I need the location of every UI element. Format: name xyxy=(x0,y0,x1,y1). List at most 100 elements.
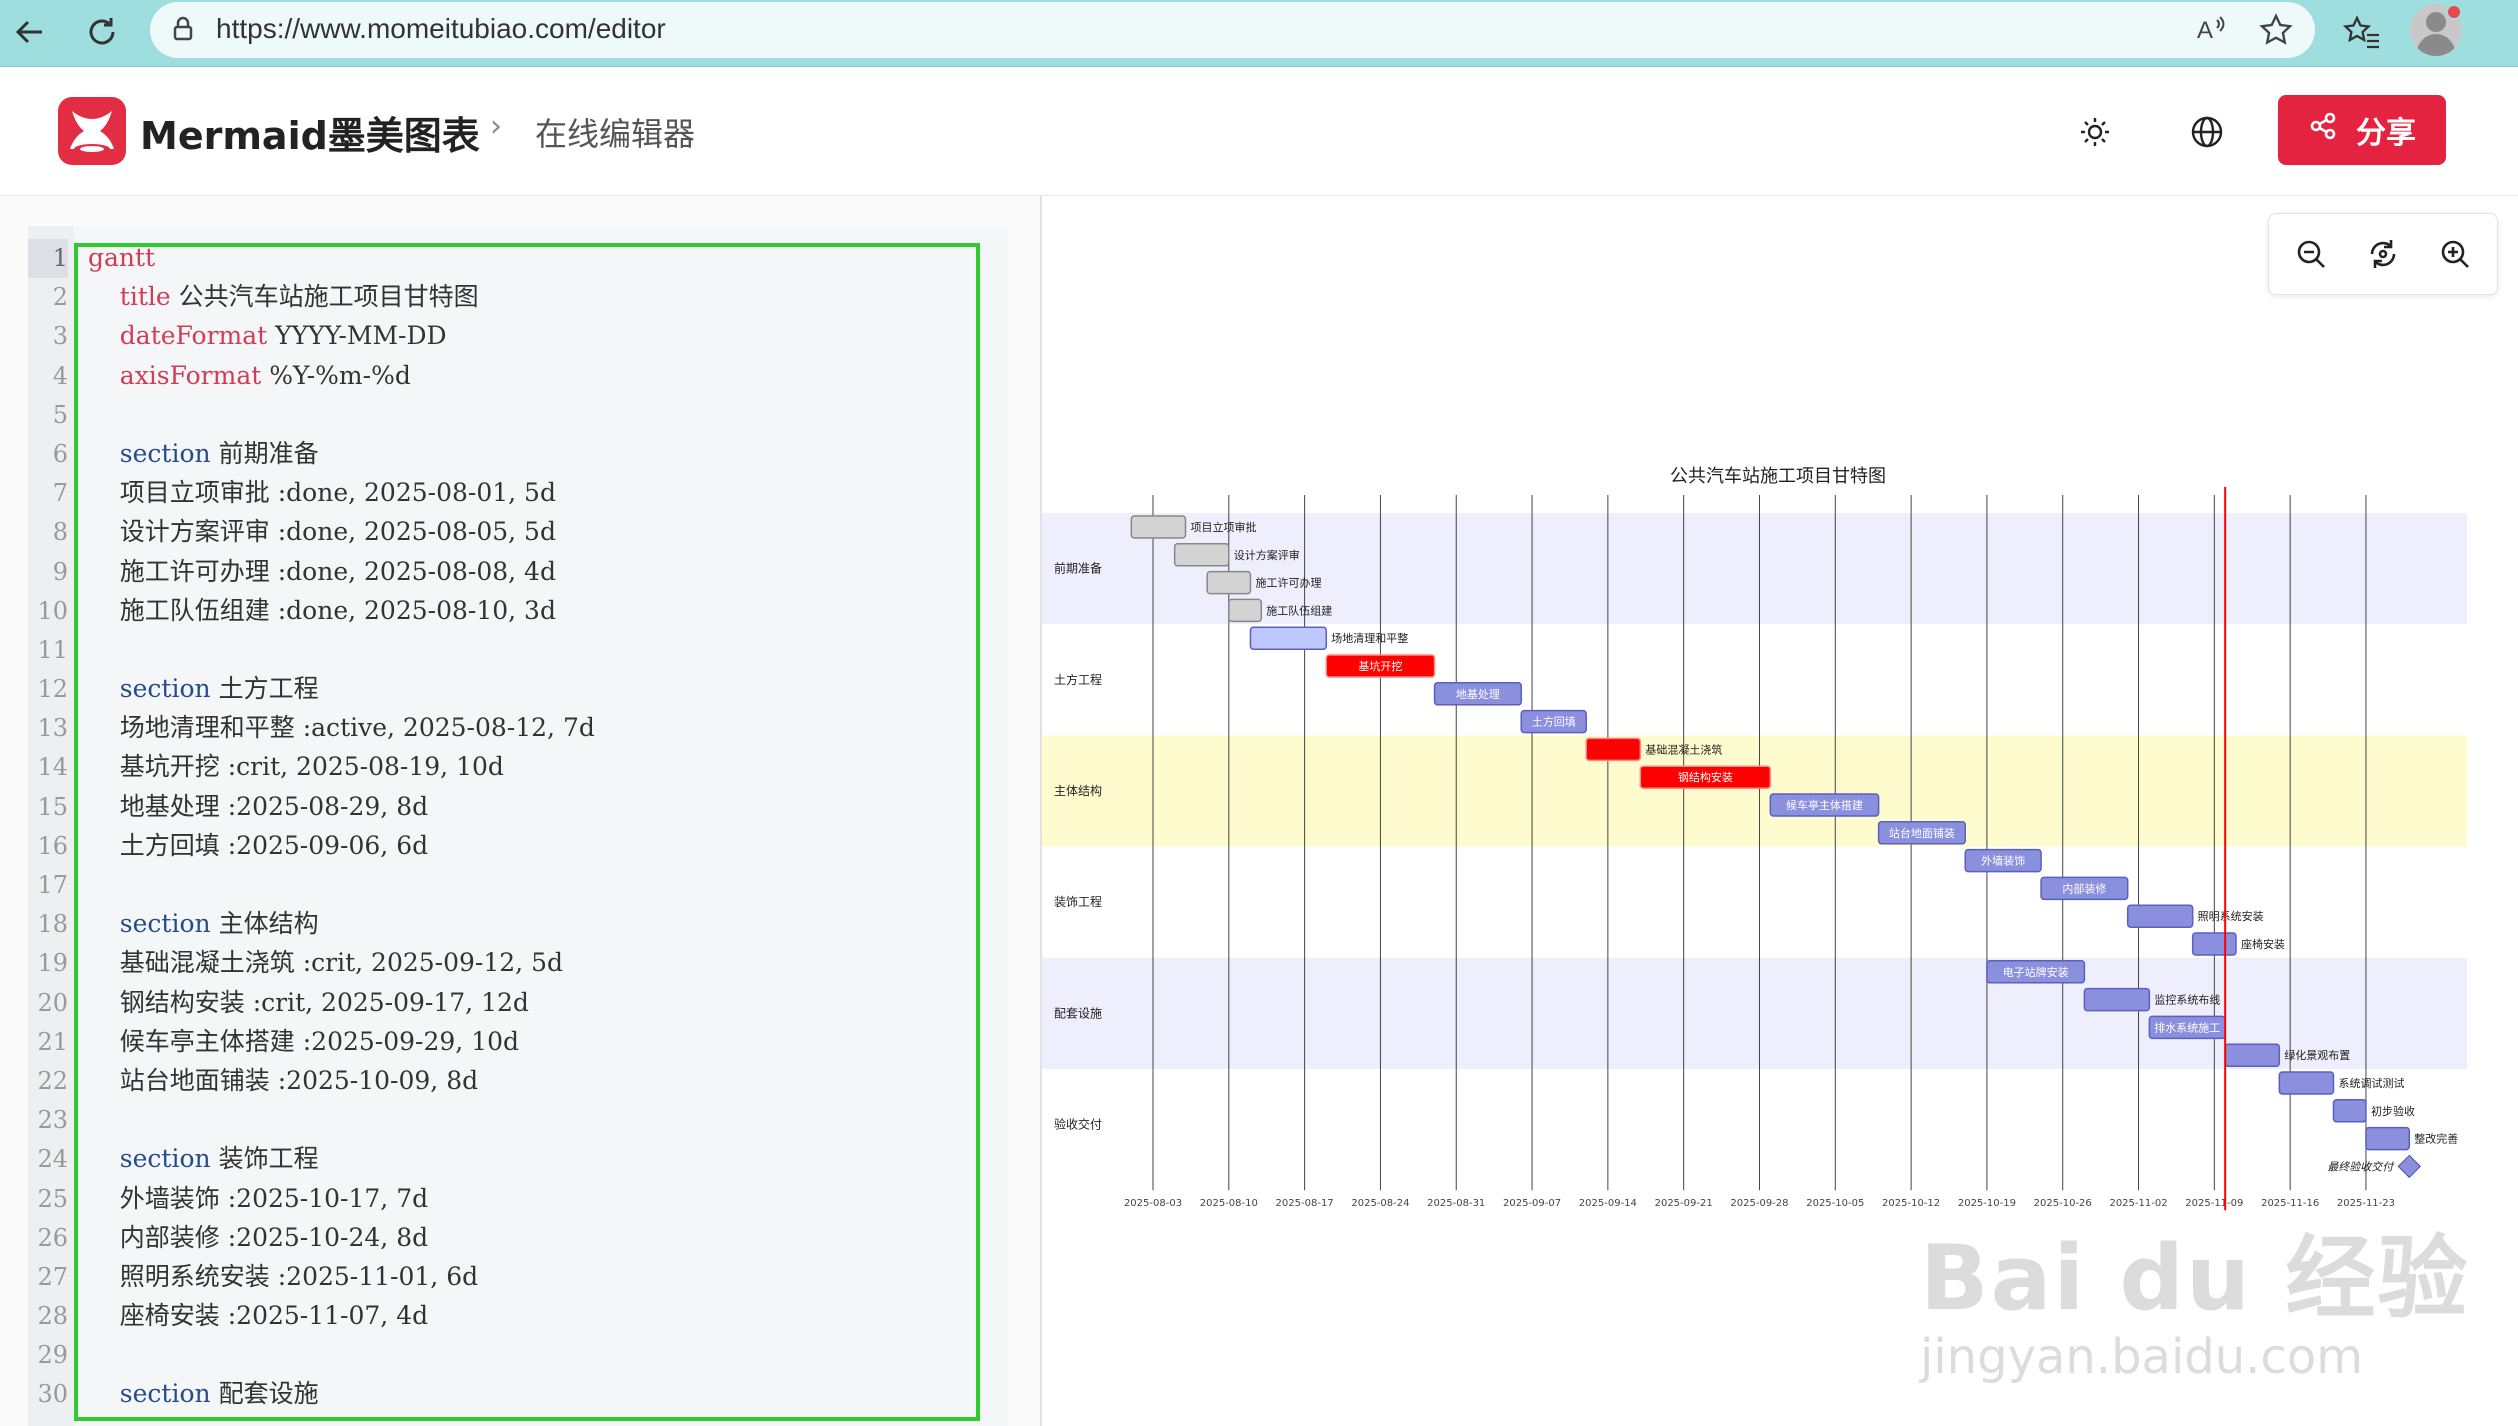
line-number: 4 xyxy=(52,361,68,390)
task-bar xyxy=(2278,1071,2335,1095)
section-label: 配套设施 xyxy=(1054,1006,1102,1020)
line-number: 23 xyxy=(37,1106,68,1135)
task-bar xyxy=(2332,1099,2367,1123)
line-number: 10 xyxy=(37,596,68,625)
line-number: 11 xyxy=(37,635,68,664)
x-tick-label: 2025-08-24 xyxy=(1351,1198,1409,1209)
task-bar xyxy=(2126,904,2194,928)
section-band xyxy=(1042,1069,2467,1181)
highlight-box xyxy=(74,243,980,1421)
x-tick-label: 2025-10-05 xyxy=(1806,1198,1864,1209)
task-bar xyxy=(2224,1043,2281,1067)
line-number: 20 xyxy=(37,988,68,1017)
section-label: 验收交付 xyxy=(1054,1117,1102,1132)
read-aloud-icon[interactable]: A xyxy=(2195,12,2229,50)
task-label: 整改完善 xyxy=(2414,1132,2458,1146)
line-number: 14 xyxy=(37,753,68,782)
app-header: Mermaid墨美图表 › 在线编辑器 分享 xyxy=(0,67,2518,196)
x-tick-label: 2025-09-14 xyxy=(1579,1198,1637,1209)
lock-icon xyxy=(168,14,198,48)
watermark: Bai du 经验 jingyan.baidu.com xyxy=(1920,1205,2469,1385)
url-text[interactable]: https://www.momeitubiao.com/editor xyxy=(216,13,666,45)
task-bar xyxy=(1228,598,1263,623)
task-label: 最终验收交付 xyxy=(2327,1160,2395,1173)
line-number: 26 xyxy=(37,1223,68,1252)
task-label: 外墙装饰 xyxy=(1981,854,2025,868)
x-tick-label: 2025-08-10 xyxy=(1200,1198,1258,1209)
refresh-icon[interactable] xyxy=(76,6,128,58)
language-globe-icon[interactable] xyxy=(2180,105,2234,159)
task-bar xyxy=(1130,515,1187,539)
task-label: 排水系统施工 xyxy=(2154,1020,2220,1034)
x-tick-label: 2025-09-28 xyxy=(1730,1198,1788,1209)
x-tick-label: 2025-08-31 xyxy=(1427,1198,1485,1209)
line-number: 22 xyxy=(37,1066,68,1095)
zoom-controls xyxy=(2268,213,2498,295)
gantt-chart: 前期准备土方工程主体结构装饰工程配套设施验收交付 2025-08-03 2025-0… xyxy=(1042,466,2467,1211)
share-icon xyxy=(2308,111,2338,149)
task-label: 场地清理和平整 xyxy=(1331,631,1408,645)
back-icon[interactable] xyxy=(4,6,56,58)
line-number: 24 xyxy=(37,1145,68,1174)
task-bar xyxy=(2365,1126,2411,1151)
share-label: 分享 xyxy=(2356,116,2416,151)
line-number: 12 xyxy=(37,675,68,704)
section-band xyxy=(1042,735,2467,847)
line-number: 25 xyxy=(37,1184,68,1213)
line-number: 17 xyxy=(37,871,68,899)
zoom-in-icon[interactable] xyxy=(2431,230,2479,278)
line-number: 6 xyxy=(52,439,68,468)
line-number: 2 xyxy=(52,283,68,312)
section-label: 前期准备 xyxy=(1054,561,1102,576)
x-tick-label: 2025-09-21 xyxy=(1655,1198,1713,1209)
mermaid-logo[interactable] xyxy=(58,97,126,165)
line-number: 30 xyxy=(37,1380,68,1409)
line-number: 13 xyxy=(37,714,68,743)
task-label: 初步验收 xyxy=(2371,1104,2415,1118)
task-label: 基坑开挖 xyxy=(1358,659,1402,673)
task-bar xyxy=(2083,987,2151,1012)
line-number: 19 xyxy=(37,949,68,978)
breadcrumb-chevron-icon: › xyxy=(490,109,502,144)
address-bar[interactable]: https://www.momeitubiao.com/editor A xyxy=(150,2,2315,58)
breadcrumb-current: 在线编辑器 xyxy=(535,115,696,153)
section-label: 主体结构 xyxy=(1054,783,1102,798)
line-number: 15 xyxy=(37,792,68,821)
chart-title: 公共汽车站施工项目甘特图 xyxy=(1670,466,1886,487)
line-number: 16 xyxy=(37,831,68,860)
task-label: 钢结构安装 xyxy=(1678,770,1733,784)
task-label: 绿化景观布置 xyxy=(2284,1048,2350,1062)
brand-name[interactable]: Mermaid墨美图表 xyxy=(140,105,480,160)
line-number: 1 xyxy=(28,239,68,279)
task-label: 地基处理 xyxy=(1456,688,1500,701)
x-tick-label: 2025-08-03 xyxy=(1124,1198,1182,1209)
line-number: 9 xyxy=(52,557,68,586)
line-number: 5 xyxy=(52,400,68,429)
x-tick-label: 2025-08-17 xyxy=(1276,1198,1334,1209)
task-label: 基础混凝土浇筑 xyxy=(1645,742,1722,756)
task-label: 站台地面铺装 xyxy=(1889,826,1955,840)
line-number: 21 xyxy=(37,1027,68,1056)
reset-zoom-icon[interactable] xyxy=(2359,230,2407,278)
zoom-out-icon[interactable] xyxy=(2287,230,2335,278)
task-label: 候车亭主体搭建 xyxy=(1786,798,1863,812)
line-number: 8 xyxy=(52,518,68,547)
line-number: 18 xyxy=(37,910,68,939)
line-number: 3 xyxy=(52,322,68,351)
task-bar xyxy=(1585,737,1642,762)
share-button[interactable]: 分享 xyxy=(2278,95,2446,165)
task-label: 设计方案评审 xyxy=(1234,548,1300,562)
task-bar xyxy=(1206,570,1252,595)
notification-dot xyxy=(2446,4,2462,20)
section-label: 装饰工程 xyxy=(1054,894,1102,909)
theme-toggle-icon[interactable] xyxy=(2068,105,2122,159)
task-label: 系统调试测试 xyxy=(2338,1077,2404,1090)
task-label: 项目立项审批 xyxy=(1190,520,1256,534)
line-number: 27 xyxy=(37,1262,68,1291)
line-number: 7 xyxy=(52,479,68,508)
line-number: 29 xyxy=(37,1341,68,1370)
task-label: 座椅安装 xyxy=(2241,937,2285,951)
favorites-icon[interactable] xyxy=(2334,4,2390,60)
watermark-brand: Bai du 经验 xyxy=(1920,1226,2470,1331)
favorite-star-icon[interactable] xyxy=(2258,12,2294,52)
